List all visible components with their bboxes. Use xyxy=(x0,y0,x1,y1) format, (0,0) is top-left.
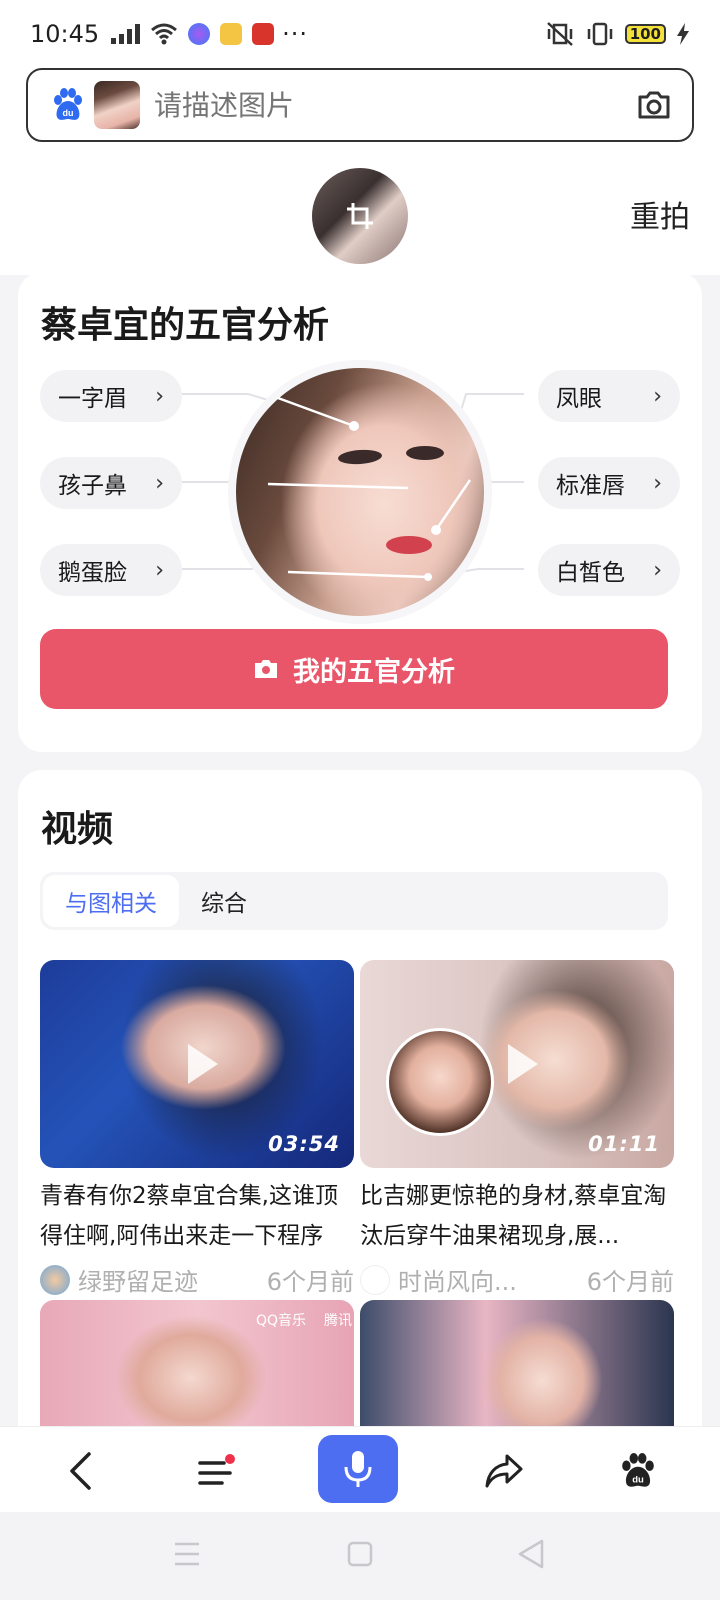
feature-label: 孩子鼻 xyxy=(58,473,127,499)
video-tabs: 与图相关 综合 xyxy=(40,872,668,930)
feature-label: 凤眼 xyxy=(556,386,602,412)
menu-icon xyxy=(198,1454,235,1485)
feature-chip-eyes[interactable]: 凤眼 › xyxy=(538,370,680,422)
share-icon xyxy=(485,1454,523,1488)
feature-label: 标准唇 xyxy=(556,473,625,499)
crop-icon xyxy=(347,203,373,229)
video-duration: 01:11 xyxy=(588,1132,660,1156)
video-item[interactable] xyxy=(360,1300,674,1430)
video-thumbnail[interactable] xyxy=(360,1300,674,1430)
recents-icon[interactable] xyxy=(172,1540,202,1568)
svg-text:du: du xyxy=(63,108,74,118)
feature-chip-nose[interactable]: 孩子鼻 › xyxy=(40,457,182,509)
crop-thumbnail[interactable] xyxy=(312,168,408,264)
vibrate-icon xyxy=(587,22,612,46)
video-item[interactable]: 01:11 比吉娜更惊艳的身材,蔡卓宜淘汰后穿牛油果裙现身,展... 时尚风向.… xyxy=(360,960,674,1297)
camera-icon[interactable] xyxy=(634,85,674,125)
battery-level: 100 xyxy=(624,24,666,44)
qq-music-tag: QQ音乐 xyxy=(255,1313,306,1329)
search-input[interactable] xyxy=(154,88,634,122)
cellular-signal-icon xyxy=(111,24,141,44)
play-icon xyxy=(508,1044,538,1084)
retake-button[interactable]: 重拍 xyxy=(630,192,690,236)
query-image-thumbnail[interactable] xyxy=(94,81,140,129)
messenger-icon xyxy=(188,23,211,45)
chevron-right-icon: › xyxy=(155,383,164,409)
video-title: 比吉娜更惊艳的身材,蔡卓宜淘汰后穿牛油果裙现身,展... xyxy=(360,1183,667,1249)
camera-icon xyxy=(255,660,277,678)
share-button[interactable] xyxy=(472,1439,536,1503)
video-meta: 时尚风向... 6个月前 xyxy=(360,1262,674,1297)
video-author: 绿野留足迹 xyxy=(78,1268,198,1296)
author-avatar xyxy=(40,1264,70,1295)
video-age: 6个月前 xyxy=(266,1268,354,1296)
feature-chip-eyebrow[interactable]: 一字眉 › xyxy=(40,370,182,422)
more-notifications: ··· xyxy=(282,20,309,48)
back-triangle-icon[interactable] xyxy=(516,1538,546,1570)
my-analysis-label: 我的五官分析 xyxy=(293,656,455,688)
tab-general[interactable]: 综合 xyxy=(179,875,269,927)
my-analysis-button[interactable]: 我的五官分析 xyxy=(40,629,668,709)
tencent-tag: 腾讯 xyxy=(324,1313,352,1329)
video-thumbnail[interactable]: 01:11 xyxy=(360,960,674,1168)
video-title: 青春有你2蔡卓宜合集,这谁顶得住啊,阿伟出来走一下程序 xyxy=(40,1183,338,1249)
home-icon[interactable] xyxy=(346,1540,374,1568)
chevron-right-icon: › xyxy=(653,557,662,583)
chevron-left-icon xyxy=(70,1452,91,1490)
chevron-right-icon: › xyxy=(653,470,662,496)
play-icon xyxy=(188,1044,218,1084)
video-item[interactable]: QQ音乐 腾讯 xyxy=(40,1300,354,1430)
video-author: 时尚风向... xyxy=(398,1268,517,1296)
chevron-right-icon: › xyxy=(155,557,164,583)
system-navigation-bar xyxy=(0,1512,720,1600)
voice-search-button[interactable] xyxy=(318,1435,398,1503)
feature-chip-skin[interactable]: 白皙色 › xyxy=(538,544,680,596)
feature-label: 一字眉 xyxy=(58,386,127,412)
bottom-navigation: du xyxy=(0,1426,720,1512)
chevron-right-icon: › xyxy=(653,383,662,409)
wifi-icon xyxy=(151,23,178,45)
video-duration: 03:54 xyxy=(268,1132,340,1156)
video-meta: 绿野留足迹 6个月前 xyxy=(40,1262,354,1297)
video-thumbnail[interactable]: QQ音乐 腾讯 xyxy=(40,1300,354,1430)
clock: 10:45 xyxy=(30,20,100,48)
chevron-right-icon: › xyxy=(155,470,164,496)
feature-chip-face-shape[interactable]: 鹅蛋脸 › xyxy=(40,544,182,596)
menu-button[interactable] xyxy=(184,1439,248,1503)
news-app-icon xyxy=(252,23,275,45)
vibrate-off-icon xyxy=(546,22,573,46)
search-bar[interactable]: du xyxy=(26,68,694,142)
feature-label: 鹅蛋脸 xyxy=(58,560,127,586)
videos-card: 视频 与图相关 综合 03:54 青春有你2蔡卓宜合集,这谁顶得住啊,阿伟出来走… xyxy=(18,770,702,1470)
feature-analysis-card: 蔡卓宜的五官分析 一字眉 › 孩子鼻 › 鹅蛋脸 › 凤眼 › 标准唇 › 白皙色 › xyxy=(18,272,702,752)
video-thumbnail[interactable]: 03:54 xyxy=(40,960,354,1168)
svg-text:du: du xyxy=(632,1475,644,1486)
status-bar: 10:45 ··· 100 xyxy=(0,0,720,68)
back-button[interactable] xyxy=(48,1439,112,1503)
tab-related[interactable]: 与图相关 xyxy=(43,875,179,927)
baidu-paw-icon: du xyxy=(622,1453,654,1487)
app-notification-icon xyxy=(220,23,243,45)
feature-label: 白皙色 xyxy=(556,560,625,586)
videos-title: 视频 xyxy=(41,809,114,850)
microphone-icon xyxy=(344,1451,372,1487)
search-header: du 重拍 xyxy=(0,68,720,275)
feature-chip-lips[interactable]: 标准唇 › xyxy=(538,457,680,509)
video-item[interactable]: 03:54 青春有你2蔡卓宜合集,这谁顶得住啊,阿伟出来走一下程序 绿野留足迹 … xyxy=(40,960,354,1297)
charging-icon xyxy=(677,23,689,45)
baidu-paw-icon: du xyxy=(54,88,82,120)
video-age: 6个月前 xyxy=(586,1268,674,1296)
author-avatar xyxy=(360,1264,390,1295)
inset-portrait xyxy=(386,1028,494,1136)
baidu-home-button[interactable]: du xyxy=(606,1439,670,1503)
